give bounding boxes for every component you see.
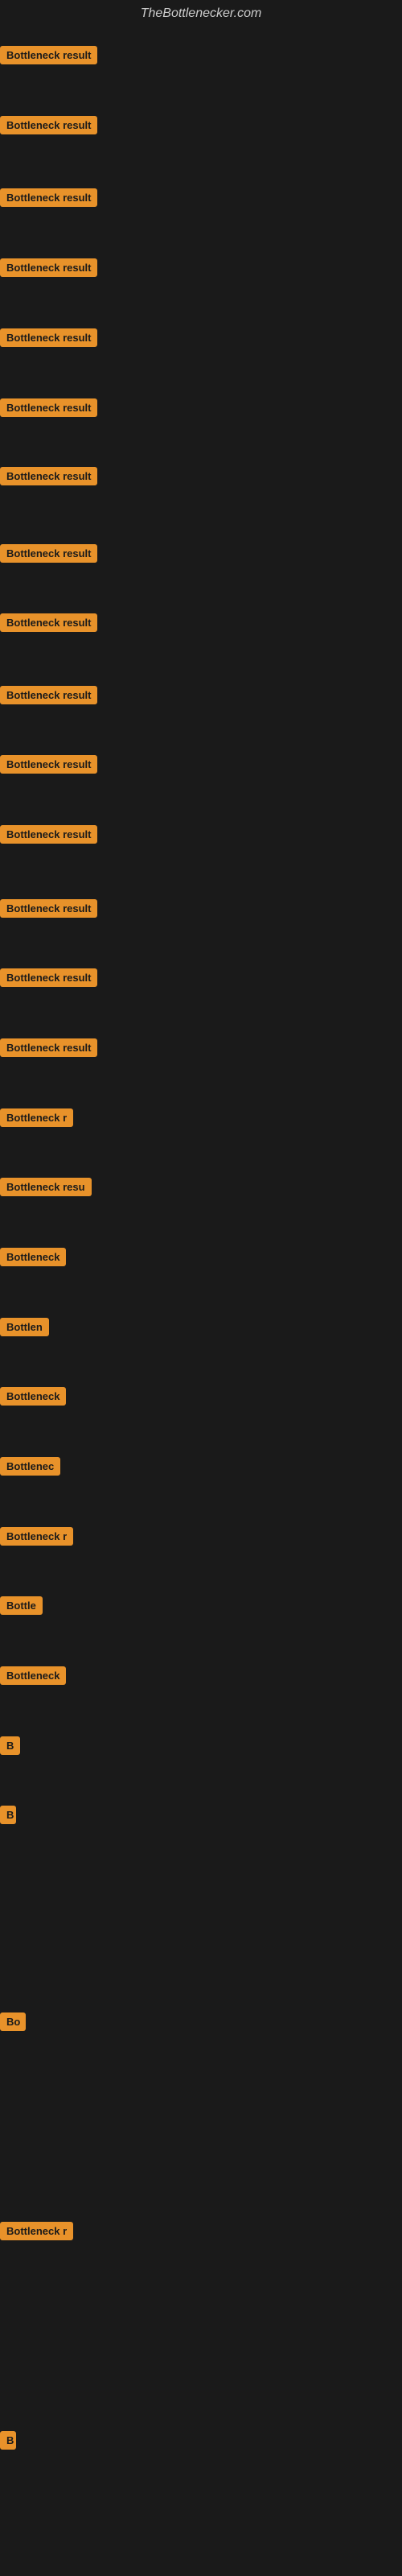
bottleneck-badge: Bottleneck result — [0, 899, 97, 918]
bottleneck-badge: Bottleneck result — [0, 1038, 97, 1057]
bottleneck-item: Bottleneck resu — [0, 1178, 92, 1196]
bottleneck-item: Bottleneck result — [0, 116, 97, 134]
bottleneck-badge: Bottleneck r — [0, 2222, 73, 2240]
bottleneck-item: Bottleneck — [0, 1387, 66, 1406]
bottleneck-item: Bo — [0, 2013, 26, 2031]
bottleneck-item: Bottle — [0, 1596, 43, 1615]
bottleneck-item: Bottleneck result — [0, 46, 97, 64]
bottleneck-badge: B — [0, 2431, 16, 2450]
bottleneck-item: Bottleneck result — [0, 899, 97, 918]
bottleneck-item: Bottleneck r — [0, 1527, 73, 1546]
bottleneck-badge: Bottleneck — [0, 1666, 66, 1685]
bottleneck-badge: Bottleneck result — [0, 46, 97, 64]
bottleneck-item: Bottleneck result — [0, 1038, 97, 1057]
bottleneck-badge: Bottleneck resu — [0, 1178, 92, 1196]
bottleneck-item: Bottleneck result — [0, 825, 97, 844]
bottleneck-badge: Bottleneck result — [0, 328, 97, 347]
bottleneck-item: Bottleneck result — [0, 544, 97, 563]
bottleneck-badge: Bottlen — [0, 1318, 49, 1336]
bottleneck-item: Bottlen — [0, 1318, 49, 1336]
bottleneck-badge: Bottleneck r — [0, 1527, 73, 1546]
bottleneck-item: Bottleneck result — [0, 686, 97, 704]
bottleneck-badge: Bottleneck result — [0, 755, 97, 774]
bottleneck-badge: Bottleneck result — [0, 968, 97, 987]
bottleneck-badge: Bo — [0, 2013, 26, 2031]
bottleneck-item: B — [0, 1806, 16, 1824]
bottleneck-item: Bottleneck result — [0, 613, 97, 632]
bottleneck-item: B — [0, 2431, 16, 2450]
bottleneck-badge: Bottleneck result — [0, 825, 97, 844]
bottleneck-badge: Bottleneck result — [0, 613, 97, 632]
bottleneck-badge: Bottle — [0, 1596, 43, 1615]
bottleneck-item: Bottlenec — [0, 1457, 60, 1476]
bottleneck-item: Bottleneck result — [0, 328, 97, 347]
bottleneck-badge: Bottleneck result — [0, 258, 97, 277]
bottleneck-item: Bottleneck result — [0, 188, 97, 207]
bottleneck-badge: B — [0, 1736, 20, 1755]
bottleneck-item: Bottleneck result — [0, 467, 97, 485]
bottleneck-item: Bottleneck result — [0, 258, 97, 277]
bottleneck-item: Bottleneck — [0, 1666, 66, 1685]
bottleneck-badge: Bottleneck result — [0, 188, 97, 207]
bottleneck-badge: Bottleneck result — [0, 686, 97, 704]
site-title: TheBottlenecker.com — [0, 0, 402, 27]
bottleneck-item: Bottleneck result — [0, 398, 97, 417]
bottleneck-badge: Bottleneck r — [0, 1108, 73, 1127]
bottleneck-item: B — [0, 1736, 20, 1755]
bottleneck-badge: Bottleneck result — [0, 467, 97, 485]
bottleneck-item: Bottleneck — [0, 1248, 66, 1266]
bottleneck-badge: Bottleneck — [0, 1387, 66, 1406]
bottleneck-item: Bottleneck result — [0, 755, 97, 774]
bottleneck-item: Bottleneck r — [0, 2222, 73, 2240]
bottleneck-item: Bottleneck r — [0, 1108, 73, 1127]
bottleneck-badge: Bottlenec — [0, 1457, 60, 1476]
bottleneck-badge: Bottleneck — [0, 1248, 66, 1266]
bottleneck-badge: Bottleneck result — [0, 544, 97, 563]
bottleneck-item: Bottleneck result — [0, 968, 97, 987]
bottleneck-badge: Bottleneck result — [0, 116, 97, 134]
bottleneck-badge: B — [0, 1806, 16, 1824]
bottleneck-badge: Bottleneck result — [0, 398, 97, 417]
